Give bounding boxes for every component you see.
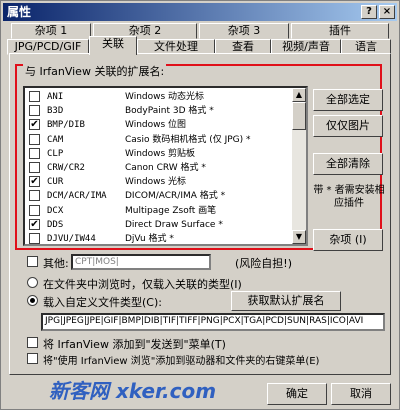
radio-browse-associated-label: 在文件夹中浏览时，仅载入关联的类型(I) xyxy=(43,278,242,291)
list-item[interactable]: ANI Windows 动态光标 xyxy=(25,90,293,104)
list-item[interactable]: ✔ DDS Direct Draw Surface * xyxy=(25,218,293,232)
list-item[interactable]: CRW/CR2 Canon CRW 格式 * xyxy=(25,161,293,175)
radio-browse-associated[interactable] xyxy=(27,277,38,288)
tab-misc3[interactable]: 杂项 3 xyxy=(199,23,289,39)
custom-types-input[interactable]: JPG|JPEG|JPE|GIF|BMP|DIB|TIF|TIFF|PNG|PC… xyxy=(41,313,385,331)
list-item-ext: CUR xyxy=(47,177,64,188)
list-item-desc: Casio 数码相机格式 (仅 JPG) * xyxy=(125,134,251,145)
list-item-desc: Windows 位图 xyxy=(125,120,187,131)
properties-window: 属性 ? × 杂项 1 杂项 2 杂项 3 插件 JPG/PCD/GIF 关联 … xyxy=(0,0,400,410)
radio-custom-types[interactable] xyxy=(27,295,38,306)
list-item-checkbox[interactable] xyxy=(29,147,40,159)
list-item-desc: Windows 剪贴板 xyxy=(125,148,196,159)
list-item-ext: BMP/DIB xyxy=(47,120,85,131)
list-item-ext: CRW/CR2 xyxy=(47,163,85,173)
list-item-checkbox[interactable] xyxy=(29,133,40,145)
list-item[interactable]: ✔ BMP/DIB Windows 位图 xyxy=(25,118,293,132)
list-item-ext: DCM/ACR/IMA xyxy=(47,191,107,202)
list-item[interactable]: ✔ CUR Windows 光标 xyxy=(25,175,293,189)
sendto-label: 将 IrfanView 添加到"发送到"菜单(T) xyxy=(43,338,226,351)
radio-custom-types-label: 载入自定义文件类型(C): xyxy=(43,296,162,309)
scrollbar[interactable]: ▲ ▼ xyxy=(292,88,306,244)
scroll-up-icon[interactable]: ▲ xyxy=(292,88,306,102)
list-item-checkbox[interactable] xyxy=(29,204,40,216)
list-item-checkbox[interactable]: ✔ xyxy=(29,119,40,131)
list-item-desc: Windows 光标 xyxy=(125,177,187,188)
list-item-desc: DjVu 格式 * xyxy=(125,234,174,244)
list-item-ext: DJVU/IW44 xyxy=(47,234,96,244)
sendto-checkbox[interactable] xyxy=(27,337,38,348)
list-item[interactable]: DCX Multipage Zsoft 画笔 xyxy=(25,204,293,218)
other-checkbox[interactable] xyxy=(27,256,38,267)
other-input[interactable]: CPT|MOS| xyxy=(71,254,211,270)
list-item-desc: Direct Draw Surface * xyxy=(125,219,223,230)
list-item-checkbox[interactable] xyxy=(29,190,40,202)
get-default-button[interactable]: 获取默认扩展名 xyxy=(231,291,341,311)
list-item-desc: Multipage Zsoft 画笔 xyxy=(125,205,217,216)
list-item-ext: ANI xyxy=(47,92,64,102)
watermark: 新客网 xker.com xyxy=(49,379,217,403)
cancel-button[interactable]: 取消 xyxy=(331,383,391,405)
list-item[interactable]: DCM/ACR/IMA DICOM/ACR/IMA 格式 * xyxy=(25,189,293,203)
risk-label: (风险自担!) xyxy=(235,257,292,270)
list-item-checkbox[interactable] xyxy=(29,162,40,173)
context-menu-checkbox[interactable] xyxy=(27,353,38,364)
list-item-ext: CAM xyxy=(47,134,64,145)
list-item-ext: DCX xyxy=(47,205,64,216)
images-only-button[interactable]: 仅仅图片 xyxy=(313,115,383,137)
close-button[interactable]: × xyxy=(379,5,395,19)
tab-misc1[interactable]: 杂项 1 xyxy=(11,23,91,39)
list-item-checkbox[interactable]: ✔ xyxy=(29,176,40,188)
scroll-thumb[interactable] xyxy=(292,102,306,130)
ok-button[interactable]: 确定 xyxy=(267,383,327,405)
list-item[interactable]: DJVU/IW44 DjVu 格式 * xyxy=(25,232,293,244)
list-item-ext: CLP xyxy=(47,148,64,159)
context-menu-label: 将"使用 IrfanView 浏览"添加到驱动器和文件夹的右键菜单(E) xyxy=(43,356,320,367)
other-label: 其他: xyxy=(43,257,69,270)
list-item[interactable]: CAM Casio 数码相机格式 (仅 JPG) * xyxy=(25,133,293,147)
list-item-checkbox[interactable]: ✔ xyxy=(29,218,40,230)
list-item-ext: DDS xyxy=(47,219,64,230)
extension-list[interactable]: ▲ ▼ ANI Windows 动态光标 B3D BodyPaint 3D 格式 * ✔… xyxy=(23,86,308,246)
list-item-desc: Canon CRW 格式 * xyxy=(125,163,206,173)
list-item[interactable]: CLP Windows 剪贴板 xyxy=(25,147,293,161)
window-title: 属性 xyxy=(7,5,32,19)
tab-plugins[interactable]: 插件 xyxy=(291,23,389,39)
clear-all-button[interactable]: 全部清除 xyxy=(313,153,383,175)
misc-button[interactable]: 杂项 (I) xyxy=(313,229,383,251)
list-item-checkbox[interactable] xyxy=(29,91,40,102)
list-item-desc: BodyPaint 3D 格式 * xyxy=(125,106,214,117)
list-item[interactable]: B3D BodyPaint 3D 格式 * xyxy=(25,104,293,118)
title-bar: 属性 xyxy=(3,3,397,21)
list-item-desc: DICOM/ACR/IMA 格式 * xyxy=(125,191,226,202)
list-item-checkbox[interactable] xyxy=(29,233,40,244)
list-item-checkbox[interactable] xyxy=(29,105,40,117)
tab-associations[interactable]: 关联 xyxy=(89,36,137,55)
list-item-desc: Windows 动态光标 xyxy=(125,92,205,102)
select-all-button[interactable]: 全部选定 xyxy=(313,89,383,111)
help-button[interactable]: ? xyxy=(361,5,377,19)
plugin-note: 带 * 者需安装相应插件 xyxy=(313,185,385,209)
scroll-down-icon[interactable]: ▼ xyxy=(292,230,306,244)
group-label: 与 IrfanView 关联的扩展名: xyxy=(23,63,167,79)
list-item-ext: B3D xyxy=(47,106,64,117)
